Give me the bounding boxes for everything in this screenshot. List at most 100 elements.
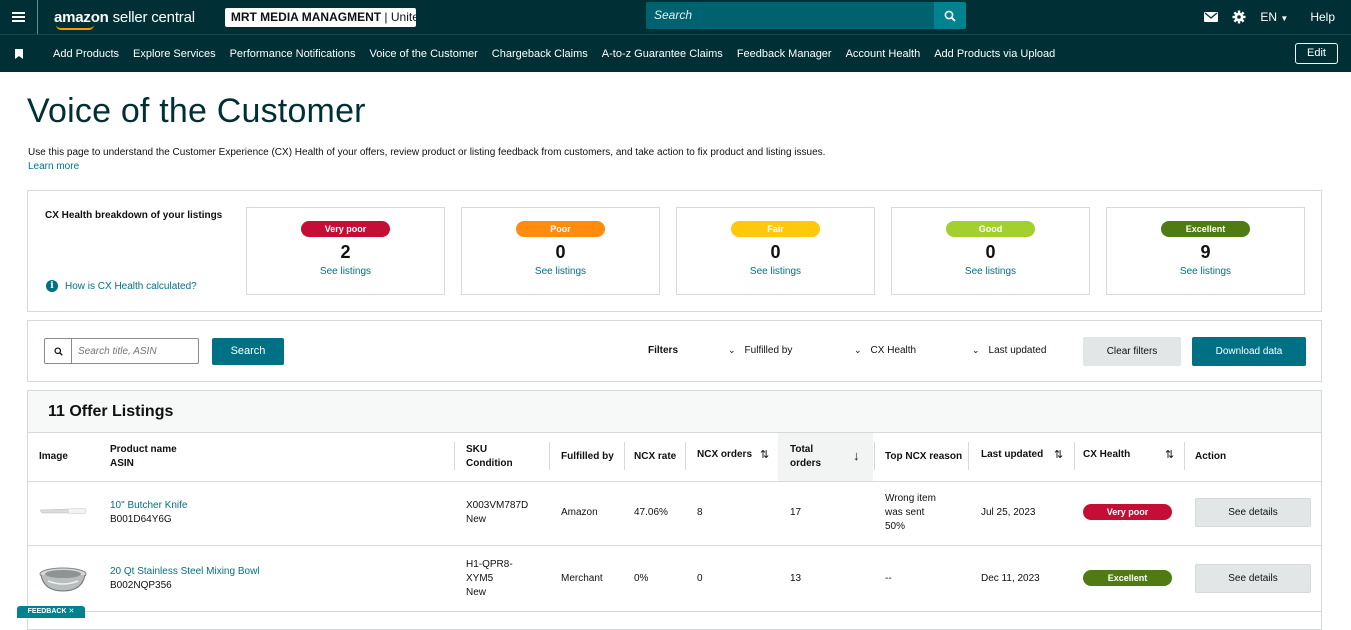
- global-search-button[interactable]: [934, 2, 966, 29]
- account-name: MRT MEDIA MANAGMENT: [230, 9, 382, 24]
- nav-item-account-health[interactable]: Account Health: [846, 48, 921, 60]
- search-button[interactable]: Search: [212, 338, 284, 365]
- fulfilled-by: Amazon: [561, 507, 598, 518]
- mail-icon: [1204, 12, 1219, 22]
- col-ncx-rate: NCX rate: [634, 451, 677, 462]
- global-search-input[interactable]: Search: [646, 2, 934, 29]
- cx-pill-excellent: Excellent: [1161, 221, 1250, 237]
- cx-pill-very-poor: Very poor: [301, 221, 390, 237]
- chevron-down-icon: ⌄: [854, 345, 862, 355]
- condition: New: [466, 587, 487, 598]
- see-details-button[interactable]: See details: [1195, 564, 1311, 593]
- page-description: Use this page to understand the Customer…: [28, 147, 826, 158]
- top-right-controls: EN ▼ Help: [1204, 0, 1351, 34]
- fulfilled-by-dropdown[interactable]: ⌄ Fulfilled by: [728, 345, 792, 356]
- cx-tile-good: Good 0 See listings: [891, 207, 1090, 295]
- nav-item-add-products-upload[interactable]: Add Products via Upload: [934, 48, 1055, 60]
- sort-descending-icon[interactable]: ↓: [853, 448, 860, 463]
- col-cx-health[interactable]: CX Health: [1083, 448, 1130, 462]
- table-header-bar: 11 Offer Listings: [28, 391, 1321, 433]
- logo-text-bold: amazon: [54, 8, 109, 26]
- ncx-orders: 0: [697, 573, 703, 584]
- row-divider: [28, 481, 1321, 482]
- product-name-link[interactable]: 10" Butcher Knife: [110, 499, 188, 513]
- learn-more-link[interactable]: Learn more: [28, 161, 79, 172]
- last-updated: Jul 25, 2023: [981, 507, 1036, 518]
- cx-tile-very-poor: Very poor 2 See listings: [246, 207, 445, 295]
- product-name-link[interactable]: 20 Qt Stainless Steel Mixing Bowl: [110, 565, 260, 579]
- nav-item-performance-notifications[interactable]: Performance Notifications: [230, 48, 356, 60]
- col-cx-health-label: CX Health: [1083, 449, 1131, 460]
- col-ncx-orders-label: NCX orders: [697, 449, 753, 460]
- seller-central-logo[interactable]: amazon seller central: [54, 8, 195, 30]
- logo-text-light: seller central: [108, 8, 195, 26]
- cx-tile-excellent: Excellent 9 See listings: [1106, 207, 1305, 295]
- bookmark-nav-bar: Add Products Explore Services Performanc…: [0, 34, 1351, 72]
- cx-health-badge: Excellent: [1083, 570, 1172, 586]
- menu-button[interactable]: [0, 0, 38, 34]
- cx-health-info-link[interactable]: i How is CX Health calculated?: [46, 280, 197, 292]
- last-updated: Dec 11, 2023: [981, 573, 1040, 584]
- col-ncx-orders[interactable]: NCX orders: [697, 448, 752, 462]
- download-data-button[interactable]: Download data: [1192, 337, 1306, 366]
- cx-tile-poor: Poor 0 See listings: [461, 207, 660, 295]
- product-thumbnail-knife[interactable]: [38, 505, 88, 517]
- cx-tile-fair: Fair 0 See listings: [676, 207, 875, 295]
- col-total-orders[interactable]: Total orders: [790, 443, 821, 471]
- see-listings-link-fair[interactable]: See listings: [677, 266, 874, 277]
- search-icon: [45, 339, 72, 363]
- top-bar: amazon seller central MRT MEDIA MANAGMEN…: [0, 0, 1351, 34]
- nav-item-explore-services[interactable]: Explore Services: [133, 48, 216, 60]
- see-details-button[interactable]: See details: [1195, 498, 1311, 527]
- help-link[interactable]: Help: [1310, 10, 1335, 24]
- cx-health-label: CX Health breakdown of your listings: [45, 210, 223, 221]
- nav-item-feedback-manager[interactable]: Feedback Manager: [737, 48, 832, 60]
- nav-item-voice-of-the-customer[interactable]: Voice of the Customer: [370, 48, 478, 60]
- col-fulfilled-by: Fulfilled by: [561, 451, 614, 462]
- see-listings-link-very-poor[interactable]: See listings: [247, 266, 444, 277]
- gear-icon: [1232, 10, 1246, 24]
- col-total-orders-label-1: Total: [790, 444, 814, 455]
- col-last-updated[interactable]: Last updated: [981, 448, 1043, 462]
- cx-health-badge: Very poor: [1083, 504, 1172, 520]
- cx-pill-fair: Fair: [731, 221, 820, 237]
- search-icon: [944, 10, 956, 22]
- col-last-updated-label: Last updated: [981, 449, 1044, 460]
- see-listings-link-poor[interactable]: See listings: [462, 266, 659, 277]
- cx-health-breakdown-card: CX Health breakdown of your listings i H…: [27, 190, 1322, 312]
- total-orders: 13: [790, 573, 802, 584]
- account-switcher[interactable]: MRT MEDIA MANAGMENT | Unite...: [224, 7, 416, 27]
- column-divider: [454, 442, 455, 470]
- see-listings-link-excellent[interactable]: See listings: [1107, 266, 1304, 277]
- settings-button[interactable]: [1232, 10, 1246, 24]
- cx-health-info-text: How is CX Health calculated?: [65, 280, 197, 292]
- top-ncx-reason-line-2: was sent: [885, 507, 925, 518]
- listing-search-input[interactable]: [72, 345, 192, 357]
- nav-item-a-to-z-claims[interactable]: A-to-z Guarantee Claims: [602, 48, 723, 60]
- top-ncx-reason: --: [885, 573, 892, 584]
- ncx-rate: 0%: [634, 573, 649, 584]
- sort-both-icon[interactable]: ⇅: [1165, 448, 1174, 461]
- clear-filters-button[interactable]: Clear filters: [1083, 337, 1181, 366]
- bookmark-icon[interactable]: [0, 48, 38, 59]
- cx-health-filter-label: CX Health: [870, 345, 917, 356]
- nav-items: Add Products Explore Services Performanc…: [53, 48, 1069, 60]
- column-divider: [1184, 442, 1185, 470]
- messages-button[interactable]: [1204, 12, 1219, 22]
- sort-both-icon[interactable]: ⇅: [1054, 448, 1063, 461]
- last-updated-dropdown[interactable]: ⌄ Last updated: [972, 345, 1046, 356]
- nav-item-add-products[interactable]: Add Products: [53, 48, 119, 60]
- sort-both-icon[interactable]: ⇅: [760, 448, 769, 461]
- col-product-name: Product name: [110, 444, 177, 455]
- language-selector[interactable]: EN ▼: [1260, 10, 1288, 24]
- cx-health-dropdown[interactable]: ⌄ CX Health: [854, 345, 916, 356]
- edit-nav-button[interactable]: Edit: [1295, 43, 1338, 64]
- feedback-tab[interactable]: FEEDBACK ✕: [17, 606, 85, 618]
- nav-item-chargeback-claims[interactable]: Chargeback Claims: [492, 48, 588, 60]
- column-divider: [685, 442, 686, 470]
- cx-count-excellent: 9: [1200, 242, 1211, 262]
- page-title: Voice of the Customer: [27, 92, 366, 130]
- sku: H1-QPR8-: [466, 559, 513, 570]
- product-thumbnail-bowl[interactable]: [38, 565, 88, 593]
- see-listings-link-good[interactable]: See listings: [892, 266, 1089, 277]
